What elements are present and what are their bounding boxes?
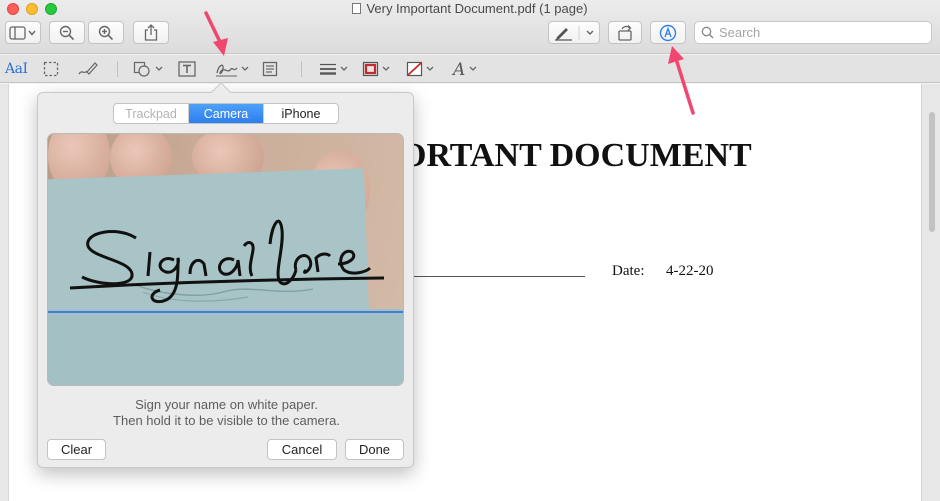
- share-icon: [144, 24, 158, 41]
- toolbar-separator: [117, 61, 118, 77]
- share-button[interactable]: [133, 21, 169, 44]
- signature-line: [409, 276, 585, 277]
- sidebar-view-button[interactable]: [5, 21, 41, 44]
- highlight-button[interactable]: [548, 21, 600, 44]
- scrollbar-thumb[interactable]: [929, 112, 935, 232]
- instructions-line-1: Sign your name on white paper.: [135, 397, 318, 412]
- date-label: Date:: [612, 263, 645, 279]
- rectangular-selection-tool[interactable]: [43, 58, 59, 80]
- text-box-icon: [178, 61, 196, 77]
- text-style-tool[interactable]: A: [451, 58, 481, 80]
- highlighter-icon: [555, 25, 594, 41]
- border-color-icon: [362, 61, 390, 77]
- instructions-line-2: Then hold it to be visible to the camera…: [113, 413, 340, 428]
- document-heading: ORTANT DOCUMENT: [400, 137, 752, 174]
- markup-toolbar-button[interactable]: [650, 21, 686, 44]
- note-icon: [262, 61, 278, 77]
- window-titlebar: Very Important Document.pdf (1 page): [0, 0, 940, 54]
- note-tool[interactable]: [262, 58, 278, 80]
- signature-icon: [216, 64, 249, 77]
- sketch-tool[interactable]: [77, 58, 99, 80]
- signature-popover: Trackpad Camera iPhone Sign your name on…: [37, 92, 414, 468]
- fill-color-tool[interactable]: [406, 58, 438, 80]
- done-button[interactable]: Done: [345, 439, 404, 460]
- window-title-area: Very Important Document.pdf (1 page): [0, 1, 940, 16]
- sidebar-icon: [9, 25, 36, 40]
- clear-button[interactable]: Clear: [47, 439, 106, 460]
- zoom-in-icon: [98, 25, 114, 40]
- line-style-icon: [320, 63, 348, 75]
- sign-tool[interactable]: [215, 58, 251, 80]
- sketch-pen-icon: [78, 62, 98, 75]
- shapes-tool[interactable]: [133, 58, 165, 80]
- dashed-rectangle-icon: [43, 61, 59, 77]
- window-title: Very Important Document.pdf (1 page): [366, 1, 588, 16]
- date-value: 4-22-20: [666, 263, 714, 279]
- vertical-scrollbar[interactable]: [928, 102, 936, 492]
- camera-preview: [47, 133, 404, 386]
- search-input[interactable]: [719, 25, 919, 40]
- text-style-icon: A: [451, 60, 477, 78]
- tab-trackpad: Trackpad: [114, 104, 189, 123]
- fill-color-icon: [406, 61, 434, 77]
- toolbar-separator: [301, 61, 302, 77]
- search-icon: [701, 26, 714, 39]
- rotate-button[interactable]: [608, 21, 642, 44]
- svg-text:A: A: [451, 60, 465, 78]
- signature-source-tabs: Trackpad Camera iPhone: [113, 103, 339, 124]
- pdf-document-icon: [352, 3, 362, 14]
- line-style-tool[interactable]: [319, 58, 351, 80]
- zoom-out-button[interactable]: [49, 21, 85, 44]
- tab-iphone[interactable]: iPhone: [264, 104, 338, 123]
- text-box-tool[interactable]: [178, 58, 196, 80]
- text-selection-label: AaI: [5, 61, 28, 77]
- cancel-button[interactable]: Cancel: [267, 439, 337, 460]
- text-selection-tool[interactable]: AaI: [5, 58, 28, 80]
- search-field[interactable]: [694, 21, 932, 44]
- zoom-out-icon: [59, 25, 75, 40]
- rotate-icon: [618, 24, 632, 41]
- signature-instructions: Sign your name on white paper. Then hold…: [38, 397, 415, 429]
- zoom-in-button[interactable]: [88, 21, 124, 44]
- tab-camera[interactable]: Camera: [189, 104, 264, 123]
- markup-pen-icon: [659, 24, 677, 41]
- markup-toolbar: AaI A: [0, 55, 940, 83]
- shapes-icon: [133, 61, 163, 77]
- border-color-tool[interactable]: [362, 58, 394, 80]
- captured-signature: [69, 219, 385, 304]
